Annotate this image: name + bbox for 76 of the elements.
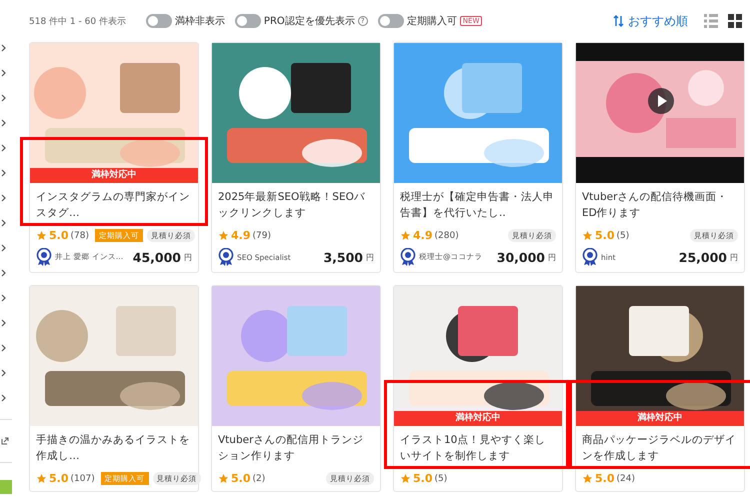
chevron-icon[interactable] [1, 169, 7, 177]
review-count: (79) [252, 230, 271, 240]
grid-view-icon[interactable] [728, 14, 742, 28]
star-icon [582, 230, 593, 241]
rating-score: 5.0 [413, 472, 432, 485]
pro-badge-icon [582, 248, 598, 266]
service-title: インスタグラムの専門家がインスタグ… [36, 190, 191, 221]
pro-badge-icon [218, 248, 234, 266]
status-ribbon: 満枠対応中 [394, 411, 562, 426]
currency-label: 円 [730, 252, 738, 262]
star-icon [400, 230, 411, 241]
price: 45,000 [132, 250, 181, 264]
star-icon [36, 473, 47, 484]
rating-score: 5.0 [49, 229, 68, 242]
chevron-icon[interactable] [1, 369, 7, 377]
service-card[interactable]: 満枠対応中 商品パッケージラベルのデザインを作成します 5.0 (24) [575, 285, 745, 492]
chevron-icon[interactable] [1, 144, 7, 152]
review-count: (107) [70, 474, 95, 484]
service-title: 手描きの温かみあるイラストを作成し… [36, 433, 191, 464]
chevron-icon[interactable] [1, 394, 7, 402]
rating-score: 4.9 [231, 229, 250, 242]
toggle-switch[interactable] [146, 14, 172, 28]
review-count: (2) [252, 474, 266, 484]
rating-score: 5.0 [595, 229, 614, 242]
chevron-icon[interactable] [1, 44, 7, 52]
chevron-icon[interactable] [1, 294, 7, 302]
service-title: 税理士が【確定申告書・法人申告書】を代行いたし.. [400, 190, 555, 221]
filter-label: 満枠非表示 [174, 14, 225, 28]
chevron-icon[interactable] [1, 194, 7, 202]
star-icon [582, 473, 593, 484]
toggle-switch[interactable] [234, 14, 261, 28]
star-icon [218, 473, 229, 484]
star-icon [400, 473, 411, 484]
sort-icon [613, 15, 624, 27]
status-ribbon: 満枠対応中 [576, 411, 744, 426]
review-count: (280) [434, 230, 459, 240]
rating-score: 5.0 [49, 472, 68, 485]
rating-score: 4.9 [413, 229, 432, 242]
price: 3,500 [323, 250, 363, 264]
service-title: 商品パッケージラベルのデザインを作成します [582, 433, 737, 464]
service-card[interactable]: 満枠対応中 イラスト10点！見やすく楽しいサイトを制作します 5.0 (5) [393, 285, 563, 492]
filter-label: PRO認定を優先表示 [264, 14, 355, 28]
star-icon [36, 230, 47, 241]
external-link-icon[interactable] [1, 437, 9, 445]
chevron-icon[interactable] [1, 119, 7, 127]
currency-label: 円 [548, 252, 556, 262]
currency-label: 円 [366, 252, 374, 262]
service-title: 2025年最新SEO戦略！SEOバックリンクします [218, 190, 366, 221]
play-icon[interactable] [648, 88, 674, 114]
service-title: Vtuberさんの配信用トランジション作ります [218, 433, 364, 464]
rating-score: 5.0 [231, 472, 250, 485]
review-count: (24) [616, 474, 635, 484]
rating-score: 5.0 [595, 472, 614, 485]
price: 30,000 [496, 250, 545, 264]
toggle-switch[interactable] [378, 14, 404, 28]
filter-label: 定期購入可 [406, 14, 457, 28]
star-icon [218, 230, 229, 241]
status-ribbon: 満枠対応中 [30, 168, 198, 183]
currency-label: 円 [184, 252, 192, 262]
sort-button[interactable]: おすすめ順 [613, 12, 688, 30]
service-title: Vtuberさんの配信待機画面・ED作ります [582, 190, 728, 221]
review-count: (78) [70, 230, 89, 240]
chevron-icon[interactable] [1, 344, 7, 352]
service-title: イラスト10点！見やすく楽しいサイトを制作します [400, 433, 546, 464]
pro-badge-icon [36, 248, 52, 266]
review-count: (5) [616, 230, 630, 240]
chevron-icon[interactable] [1, 219, 7, 227]
chevron-icon[interactable] [1, 319, 7, 327]
chevron-icon[interactable] [1, 69, 7, 77]
result-count: 518 件中 1 - 60 件表示 [29, 16, 126, 28]
chevron-icon[interactable] [1, 94, 7, 102]
price: 25,000 [678, 250, 727, 264]
chevron-icon[interactable] [1, 269, 7, 277]
chevron-icon[interactable] [1, 244, 7, 252]
review-count: (5) [434, 474, 448, 484]
pro-badge-icon [400, 248, 416, 266]
